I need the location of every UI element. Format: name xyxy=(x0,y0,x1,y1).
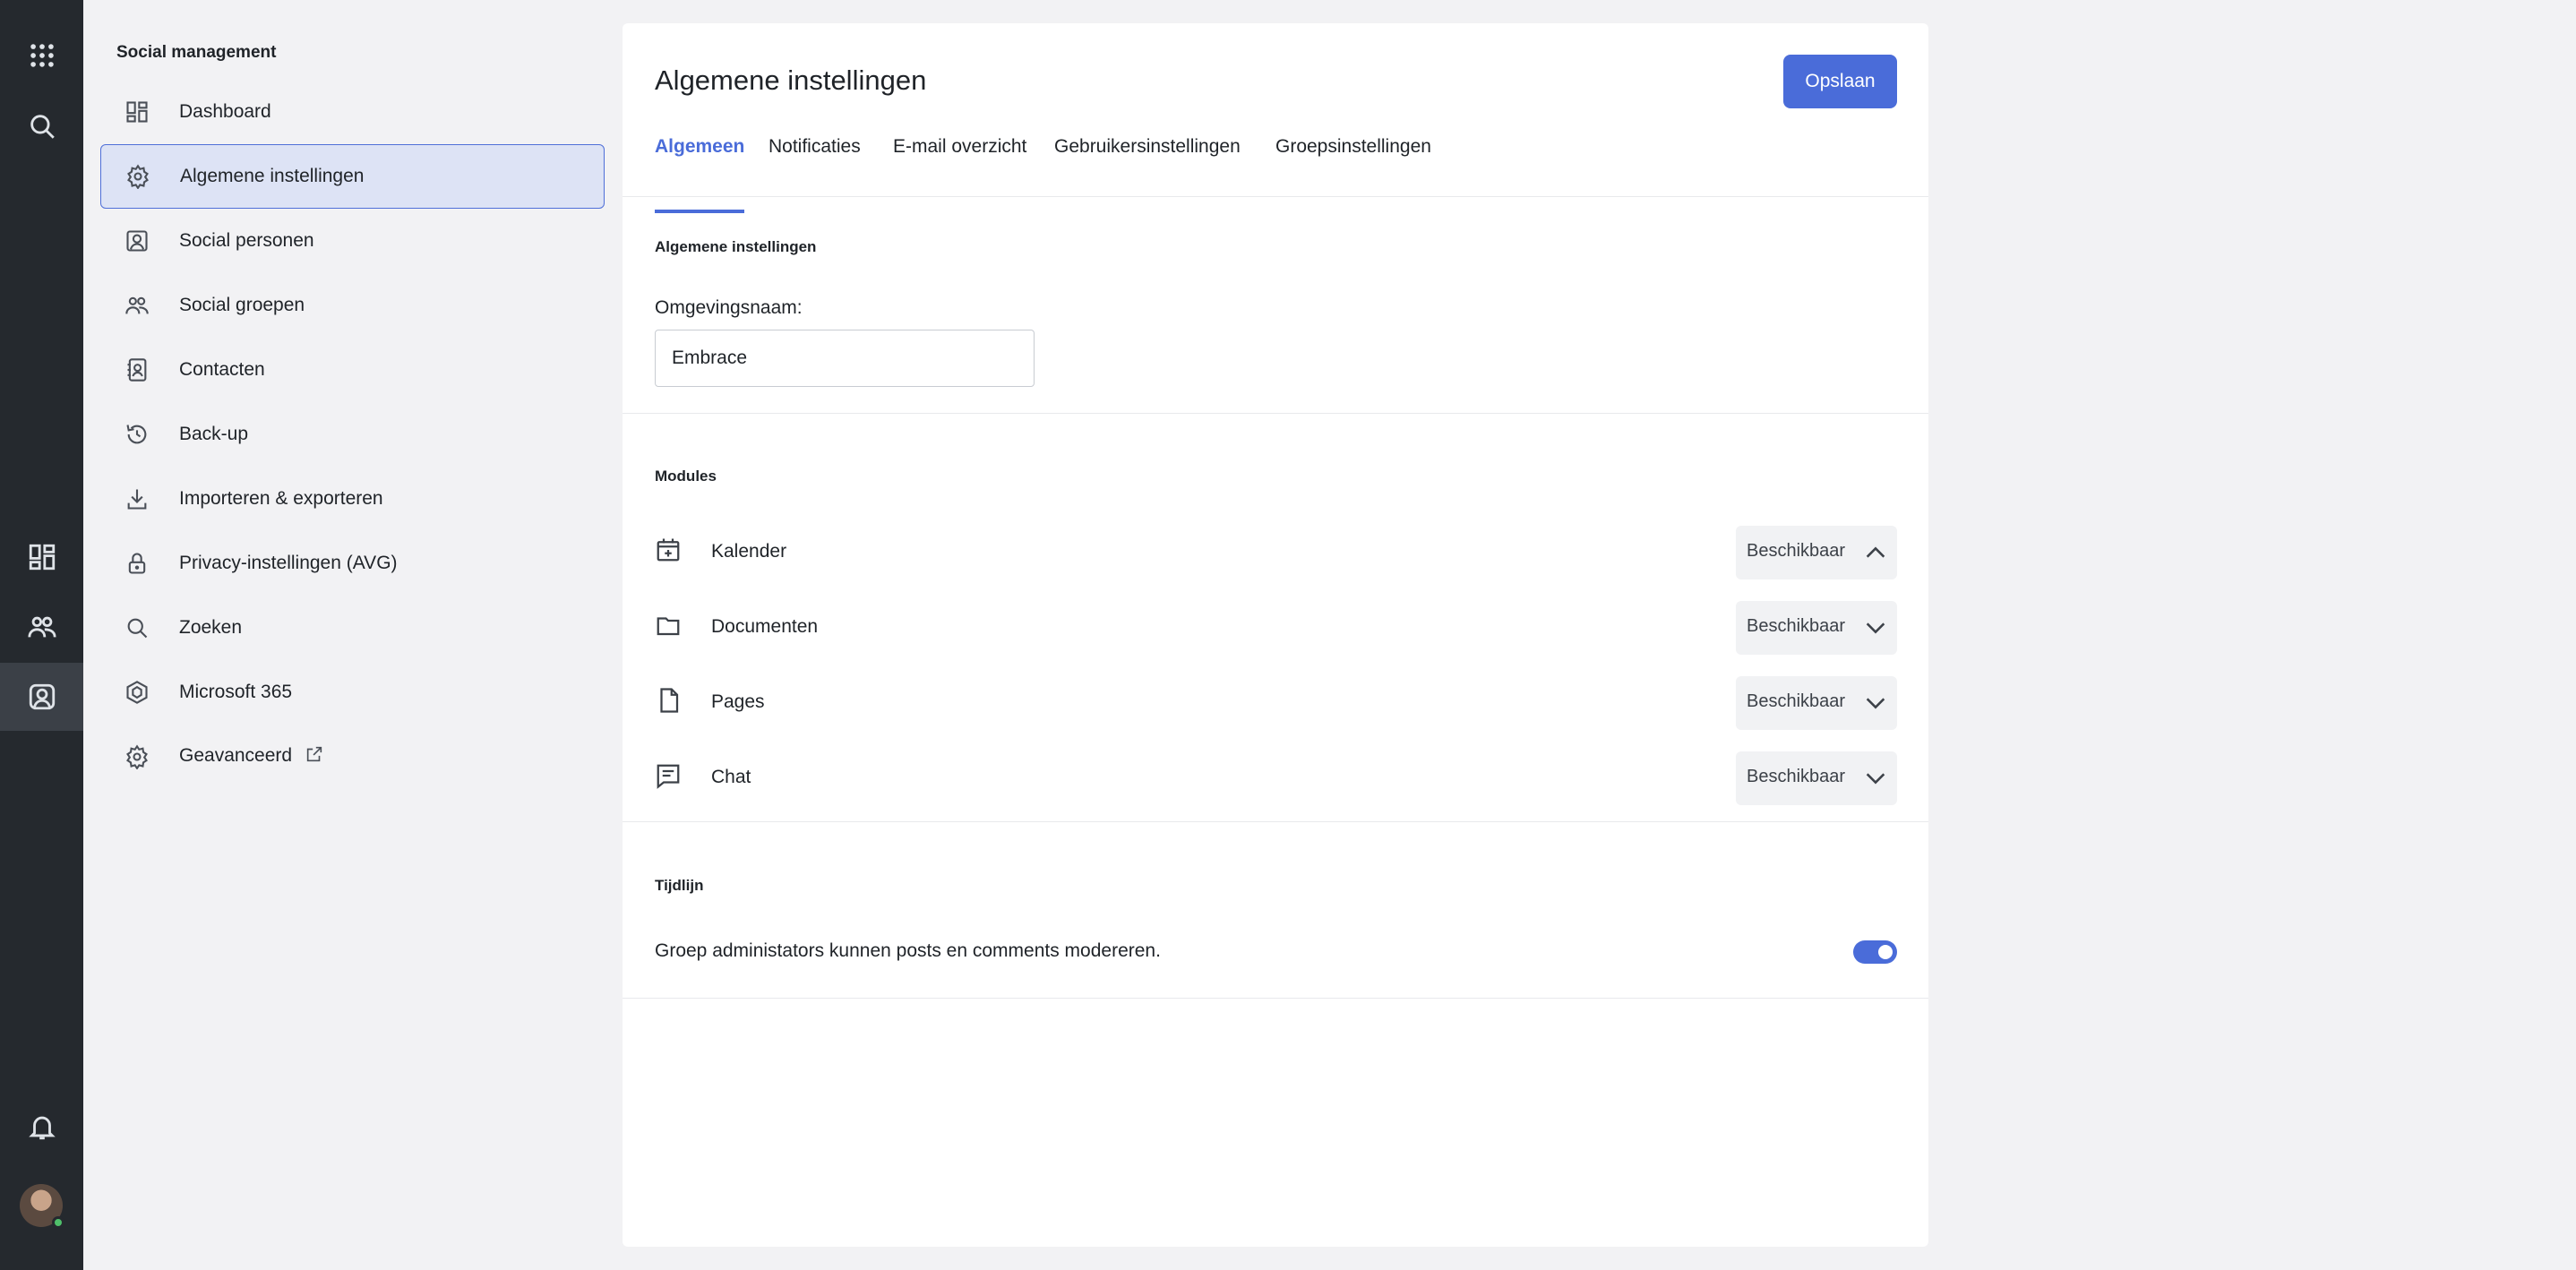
module-label: Pages xyxy=(711,691,765,712)
sidebar-item-dashboard[interactable]: Dashboard xyxy=(100,80,605,144)
sidebar-title: Social management xyxy=(116,43,277,62)
sidebar-item-microsoft-365[interactable]: Microsoft 365 xyxy=(100,660,605,725)
section-title-modules: Modules xyxy=(655,468,717,485)
module-label: Kalender xyxy=(711,541,787,562)
gear-icon xyxy=(125,164,150,190)
sidebar-item-label: Zoeken xyxy=(179,617,243,638)
module-row-kalender: Kalender Beschikbaar xyxy=(655,526,1897,579)
page-title: Algemene instellingen xyxy=(655,64,927,96)
sidebar-item-back-up[interactable]: Back-up xyxy=(100,402,605,467)
chevron-down-icon xyxy=(1863,691,1888,716)
select-value: Beschikbaar xyxy=(1747,691,1846,711)
section-title-timeline: Tijdlijn xyxy=(655,877,704,894)
sidebar-item-label: Social groepen xyxy=(179,295,305,315)
select-value: Beschikbaar xyxy=(1747,767,1846,786)
moderation-toggle[interactable] xyxy=(1853,940,1897,964)
gear-icon xyxy=(125,744,150,770)
hexagon-icon xyxy=(125,680,150,705)
sidebar-item-label: Dashboard xyxy=(179,101,271,122)
divider xyxy=(623,821,1928,822)
sidebar-item-geavanceerd[interactable]: Geavanceerd xyxy=(100,725,605,789)
folder-icon xyxy=(655,612,682,639)
sidebar-item-label: Contacten xyxy=(179,359,265,380)
sidebar-item-social-personen[interactable]: Social personen xyxy=(100,209,605,273)
sidebar-item-label: Geavanceerd xyxy=(179,744,324,769)
sidebar-item-label: Algemene instellingen xyxy=(180,166,365,186)
sidebar-item-importeren-exporteren[interactable]: Importeren & exporteren xyxy=(100,467,605,531)
env-name-input[interactable] xyxy=(655,330,1035,387)
search-icon xyxy=(125,615,150,640)
module-availability-select[interactable]: Beschikbaar xyxy=(1736,601,1897,655)
tab-label: Gebruikersinstellingen xyxy=(1054,136,1241,157)
sidebar-item-label: Microsoft 365 xyxy=(179,682,293,702)
module-row-chat: Chat Beschikbaar xyxy=(655,751,1897,805)
module-availability-select[interactable]: Beschikbaar xyxy=(1736,526,1897,579)
chevron-up-icon xyxy=(1863,540,1888,565)
contact-book-icon xyxy=(125,357,150,382)
env-name-label: Omgevingsnaam: xyxy=(655,297,803,318)
tab-label: E-mail overzicht xyxy=(893,136,1027,157)
calendar-icon xyxy=(655,536,682,563)
tab-label: Notificaties xyxy=(769,136,861,157)
tab-label: Groepsinstellingen xyxy=(1275,136,1431,157)
save-button[interactable]: Opslaan xyxy=(1783,55,1897,108)
tab-notificaties[interactable]: Notificaties xyxy=(769,136,861,213)
lock-icon xyxy=(125,551,150,576)
tab-groepsinstellingen[interactable]: Groepsinstellingen xyxy=(1275,136,1431,213)
moderation-toggle-label: Groep administators kunnen posts en comm… xyxy=(655,940,1161,961)
sidebar-item-algemene-instellingen[interactable]: Algemene instellingen xyxy=(100,144,605,209)
app-root: Social management Dashboard Algemene ins… xyxy=(0,0,2576,1270)
search-icon[interactable] xyxy=(0,92,83,160)
external-link-icon xyxy=(305,744,324,769)
tab-label: Algemeen xyxy=(655,136,745,157)
online-status-dot xyxy=(52,1216,64,1229)
chat-icon xyxy=(655,762,682,789)
sidebar-item-label: Privacy-instellingen (AVG) xyxy=(179,553,398,573)
sidebar-item-contacten[interactable]: Contacten xyxy=(100,338,605,402)
module-label: Documenten xyxy=(711,616,819,637)
divider xyxy=(623,413,1928,414)
people-icon[interactable] xyxy=(0,593,83,661)
settings-card: Algemene instellingen Opslaan Algemeen N… xyxy=(623,23,1928,1247)
module-label: Chat xyxy=(711,767,751,787)
download-icon xyxy=(125,486,150,511)
sidebar-item-label: Back-up xyxy=(179,424,249,444)
avatar[interactable] xyxy=(20,1184,64,1229)
tab-e-mail-overzicht[interactable]: E-mail overzicht xyxy=(893,136,1026,213)
app-rail xyxy=(0,0,83,1270)
sidebar-item-social-groepen[interactable]: Social groepen xyxy=(100,273,605,338)
people-icon xyxy=(125,293,150,318)
bell-icon[interactable] xyxy=(0,1093,83,1161)
sidebar-item-privacy-instellingen[interactable]: Privacy-instellingen (AVG) xyxy=(100,531,605,596)
divider xyxy=(623,196,1928,197)
file-icon xyxy=(655,687,682,714)
chevron-down-icon xyxy=(1863,615,1888,640)
history-icon xyxy=(125,422,150,447)
sidebar-item-text: Geavanceerd xyxy=(179,745,293,766)
dashboard-icon xyxy=(125,99,150,124)
person-card-icon xyxy=(125,228,150,253)
tab-algemeen[interactable]: Algemeen xyxy=(655,136,745,213)
chevron-down-icon xyxy=(1863,766,1888,791)
module-row-documenten: Documenten Beschikbaar xyxy=(655,601,1897,655)
tab-gebruikersinstellingen[interactable]: Gebruikersinstellingen xyxy=(1054,136,1241,213)
module-availability-select[interactable]: Beschikbaar xyxy=(1736,751,1897,805)
active-tab-indicator xyxy=(655,210,745,213)
dashboard-icon[interactable] xyxy=(0,523,83,591)
select-value: Beschikbaar xyxy=(1747,541,1846,561)
section-title-general: Algemene instellingen xyxy=(655,238,817,255)
sidebar-item-zoeken[interactable]: Zoeken xyxy=(100,596,605,660)
module-row-pages: Pages Beschikbaar xyxy=(655,676,1897,730)
social-person-icon[interactable] xyxy=(0,663,83,731)
sidebar-item-label: Social personen xyxy=(179,230,314,251)
divider xyxy=(623,998,1928,999)
apps-grid-icon[interactable] xyxy=(0,21,83,90)
sidebar-item-label: Importeren & exporteren xyxy=(179,488,383,509)
select-value: Beschikbaar xyxy=(1747,616,1846,636)
module-availability-select[interactable]: Beschikbaar xyxy=(1736,676,1897,730)
toggle-knob xyxy=(1878,945,1893,959)
sidebar: Social management Dashboard Algemene ins… xyxy=(83,0,623,1270)
